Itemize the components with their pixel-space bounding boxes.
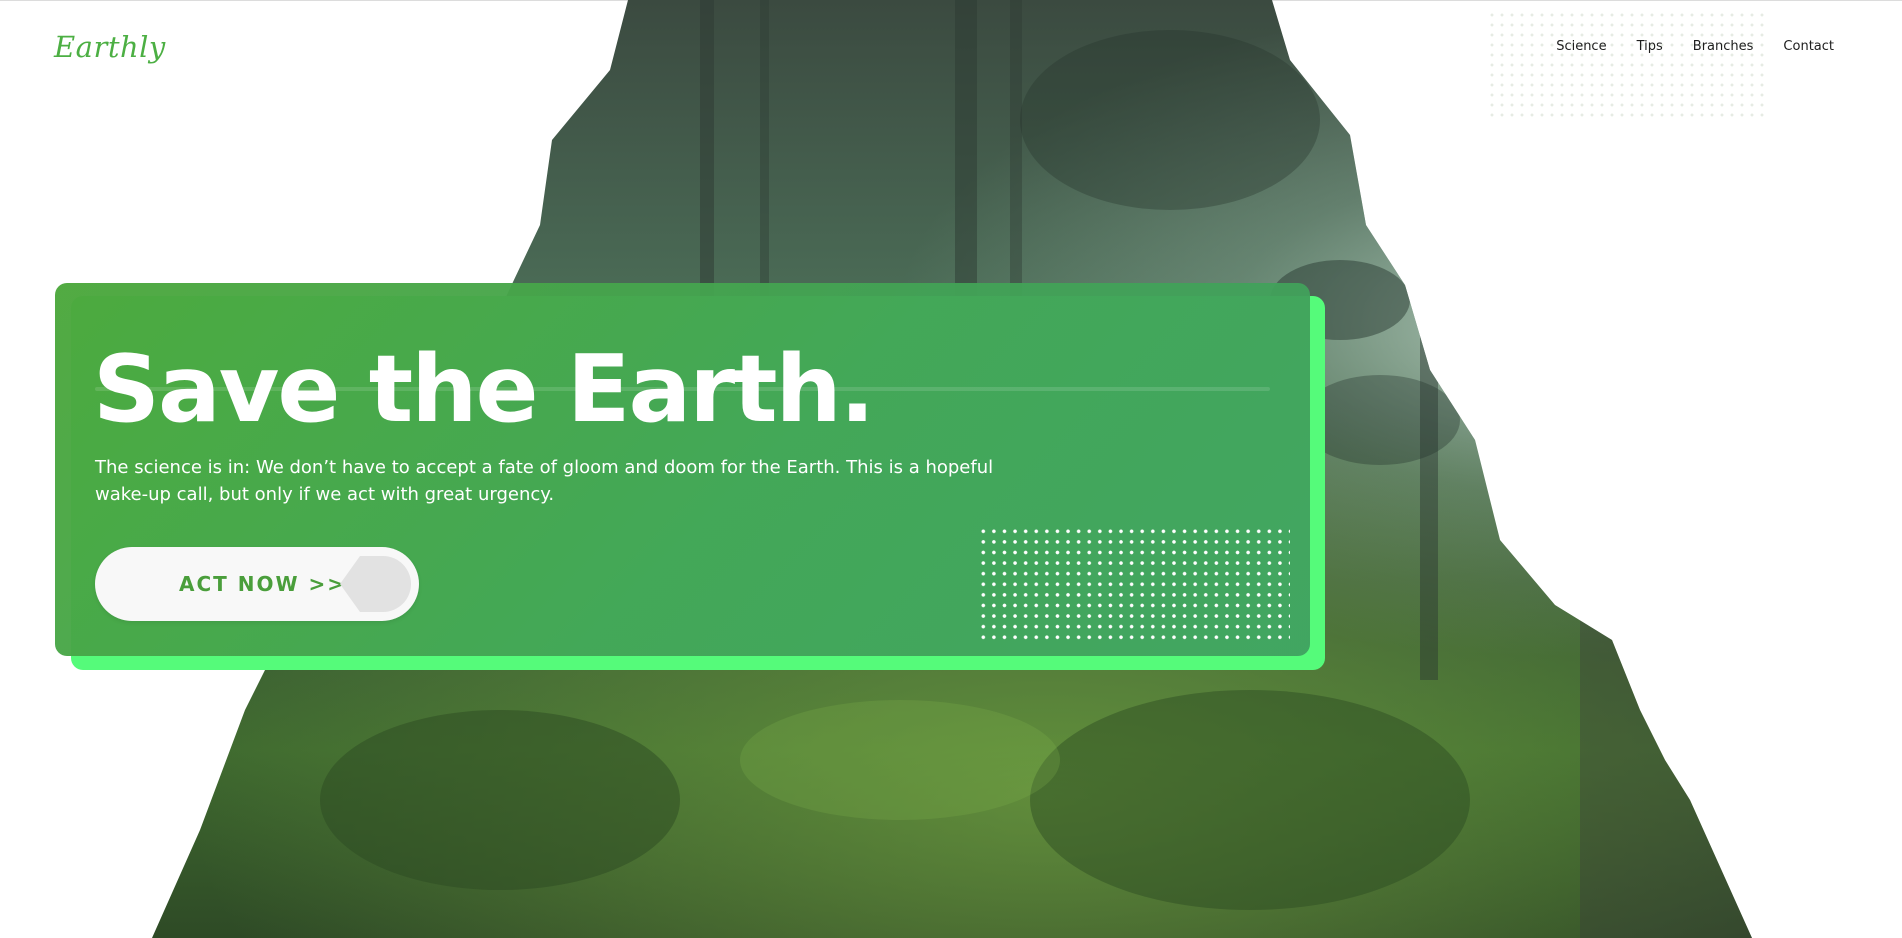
main-nav: Science Tips Branches Contact (1526, 39, 1834, 54)
act-now-label: ACT NOW >>> (179, 572, 365, 596)
nav-item-branches[interactable]: Branches (1693, 39, 1754, 54)
hero-headline: Save the Earth. (93, 335, 875, 443)
hero-subtext: The science is in: We don’t have to acce… (95, 457, 994, 505)
arrow-tab-icon (340, 556, 411, 612)
decorative-dot-grid (978, 526, 1290, 643)
nav-item-tips[interactable]: Tips (1637, 39, 1663, 54)
logo[interactable]: Earthly (54, 30, 166, 64)
decorative-dot-grid (1487, 10, 1765, 118)
nav-item-contact[interactable]: Contact (1783, 39, 1834, 54)
nav-item-science[interactable]: Science (1556, 39, 1606, 54)
act-now-button[interactable]: ACT NOW >>> (95, 547, 419, 621)
